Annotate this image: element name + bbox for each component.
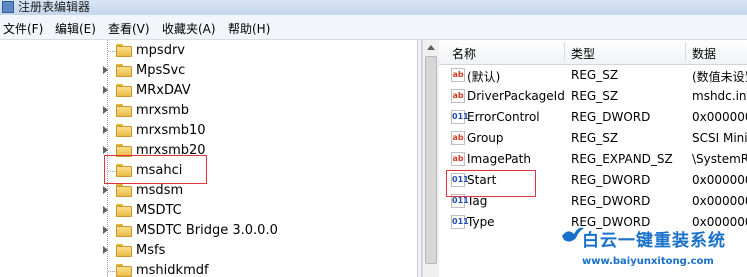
value-data: 0x0000000 bbox=[692, 194, 747, 208]
folder-icon bbox=[116, 84, 132, 97]
folder-icon bbox=[116, 124, 132, 137]
menu-view[interactable]: 查看(V) bbox=[108, 20, 150, 37]
tree-item[interactable]: mrxsmb10 bbox=[0, 121, 417, 141]
expand-arrow-icon[interactable] bbox=[103, 106, 108, 114]
value-type: REG_DWORD bbox=[571, 194, 651, 208]
expand-arrow-icon[interactable] bbox=[103, 246, 108, 254]
column-header-type[interactable]: 类型 bbox=[571, 45, 595, 62]
value-row[interactable]: abDriverPackageId REG_SZ mshdc.inf_ bbox=[439, 86, 747, 107]
value-name: DriverPackageId bbox=[467, 89, 565, 103]
tree-item[interactable]: MpsSvc bbox=[0, 61, 417, 81]
title-bar: 注册表编辑器 bbox=[0, 0, 747, 15]
tree-item[interactable]: mrxsmb bbox=[0, 101, 417, 121]
value-name: (默认) bbox=[467, 70, 501, 84]
tree-item[interactable]: msdsm bbox=[0, 181, 417, 201]
value-name: ErrorControl bbox=[467, 110, 540, 124]
menu-file[interactable]: 文件(F) bbox=[3, 20, 43, 37]
tree-item[interactable]: mshidkmdf bbox=[0, 261, 417, 277]
value-row[interactable]: ab Group REG_SZ SCSI Mini bbox=[439, 128, 747, 149]
value-type: REG_DWORD bbox=[571, 110, 651, 124]
folder-icon bbox=[116, 224, 132, 237]
expand-arrow-icon[interactable] bbox=[103, 226, 108, 234]
tree-item-label: MpsSvc bbox=[136, 63, 186, 78]
folder-icon bbox=[116, 104, 132, 117]
folder-icon bbox=[116, 244, 132, 257]
menu-favorites[interactable]: 收藏夹(A) bbox=[162, 20, 216, 37]
menu-edit[interactable]: 编辑(E) bbox=[55, 20, 96, 37]
column-header-data[interactable]: 数据 bbox=[692, 45, 716, 62]
window-title: 注册表编辑器 bbox=[18, 0, 91, 14]
value-type: REG_SZ bbox=[571, 131, 619, 145]
highlight-box-selected-key bbox=[104, 155, 207, 184]
tree-item-label: MSDTC Bridge 3.0.0.0 bbox=[136, 223, 278, 238]
registry-key-tree[interactable]: mpsdrv MpsSvc MRxDAV mrxsmb mrxsmb10 mrxsmb20… bbox=[0, 40, 417, 277]
expand-arrow-icon[interactable] bbox=[103, 126, 108, 134]
tree-item[interactable]: MRxDAV bbox=[0, 81, 417, 101]
value-row[interactable]: ab(默认) REG_SZ (数值未设置 bbox=[439, 65, 747, 86]
expand-arrow-icon[interactable] bbox=[103, 146, 108, 154]
expand-arrow-icon[interactable] bbox=[103, 66, 108, 74]
tree-item[interactable]: msahci bbox=[0, 161, 417, 181]
value-name: Group bbox=[467, 131, 504, 145]
tree-item[interactable]: mpsdrv bbox=[0, 41, 417, 61]
tree-item-label: mshidkmdf bbox=[136, 263, 209, 277]
value-data: (数值未设置 bbox=[692, 70, 747, 84]
tree-item-label: Msfs bbox=[136, 243, 166, 258]
string-value-icon: ab bbox=[451, 131, 465, 145]
tree-item-label: msdsm bbox=[136, 183, 184, 198]
scroll-up-arrow-icon[interactable] bbox=[427, 45, 435, 50]
tree-item-label: MSDTC bbox=[136, 203, 182, 218]
string-value-icon: ab bbox=[451, 152, 465, 166]
tree-item-label: MRxDAV bbox=[136, 83, 191, 98]
string-value-icon: ab bbox=[451, 89, 465, 103]
regedit-app-icon bbox=[2, 1, 14, 13]
tree-connector-dash bbox=[108, 271, 115, 272]
value-type: REG_EXPAND_SZ bbox=[571, 152, 673, 166]
folder-icon bbox=[116, 44, 132, 57]
tree-item[interactable]: MSDTC bbox=[0, 201, 417, 221]
folder-icon bbox=[116, 264, 132, 277]
watermark-title: 白云一键重装系统 bbox=[582, 231, 726, 251]
scrollbar-thumb[interactable] bbox=[425, 56, 437, 264]
tree-item[interactable]: Msfs bbox=[0, 241, 417, 261]
folder-icon bbox=[116, 64, 132, 77]
value-data: \SystemRo bbox=[692, 152, 747, 166]
binary-value-icon: 011 bbox=[451, 110, 469, 124]
column-divider[interactable] bbox=[685, 42, 686, 61]
expand-arrow-icon[interactable] bbox=[103, 86, 108, 94]
column-header-name[interactable]: 名称 bbox=[452, 45, 476, 62]
list-header: 名称 类型 数据 bbox=[439, 40, 747, 65]
value-type: REG_SZ bbox=[571, 89, 619, 103]
value-data: SCSI Mini bbox=[692, 131, 747, 145]
value-data: mshdc.inf_ bbox=[692, 89, 747, 103]
tree-connector-dash bbox=[108, 51, 115, 52]
binary-value-icon: 011 bbox=[451, 215, 469, 229]
expand-arrow-icon[interactable] bbox=[103, 206, 108, 214]
value-name: ImagePath bbox=[467, 152, 531, 166]
tree-item[interactable]: mrxsmb20 bbox=[0, 141, 417, 161]
tree-item-label: mrxsmb bbox=[136, 103, 190, 118]
column-divider[interactable] bbox=[564, 42, 565, 61]
string-value-icon: ab bbox=[451, 68, 465, 82]
menu-bar: 文件(F) 编辑(E) 查看(V) 收藏夹(A) 帮助(H) bbox=[0, 15, 747, 40]
value-type: REG_DWORD bbox=[571, 173, 651, 187]
value-name: Type bbox=[467, 215, 495, 229]
expand-arrow-icon[interactable] bbox=[103, 186, 108, 194]
folder-icon bbox=[116, 204, 132, 217]
value-row[interactable]: abImagePath REG_EXPAND_SZ \SystemRo bbox=[439, 149, 747, 170]
tree-item[interactable]: MSDTC Bridge 3.0.0.0 bbox=[0, 221, 417, 241]
value-data: 0x0000000 bbox=[692, 110, 747, 124]
watermark: 白云一键重装系统 www.baiyunxitong.com bbox=[560, 222, 747, 277]
watermark-url: www.baiyunxitong.com bbox=[582, 256, 714, 267]
value-type: REG_SZ bbox=[571, 68, 619, 82]
tree-vertical-scrollbar[interactable] bbox=[422, 40, 439, 277]
value-data: 0x0000000 bbox=[692, 173, 747, 187]
menu-help[interactable]: 帮助(H) bbox=[228, 20, 270, 37]
highlight-box-start-value bbox=[446, 170, 536, 197]
tree-item-label: mpsdrv bbox=[136, 43, 185, 58]
tree-item-label: mrxsmb10 bbox=[136, 123, 206, 138]
folder-icon bbox=[116, 184, 132, 197]
value-row[interactable]: 011ErrorControl REG_DWORD 0x0000000 bbox=[439, 107, 747, 128]
